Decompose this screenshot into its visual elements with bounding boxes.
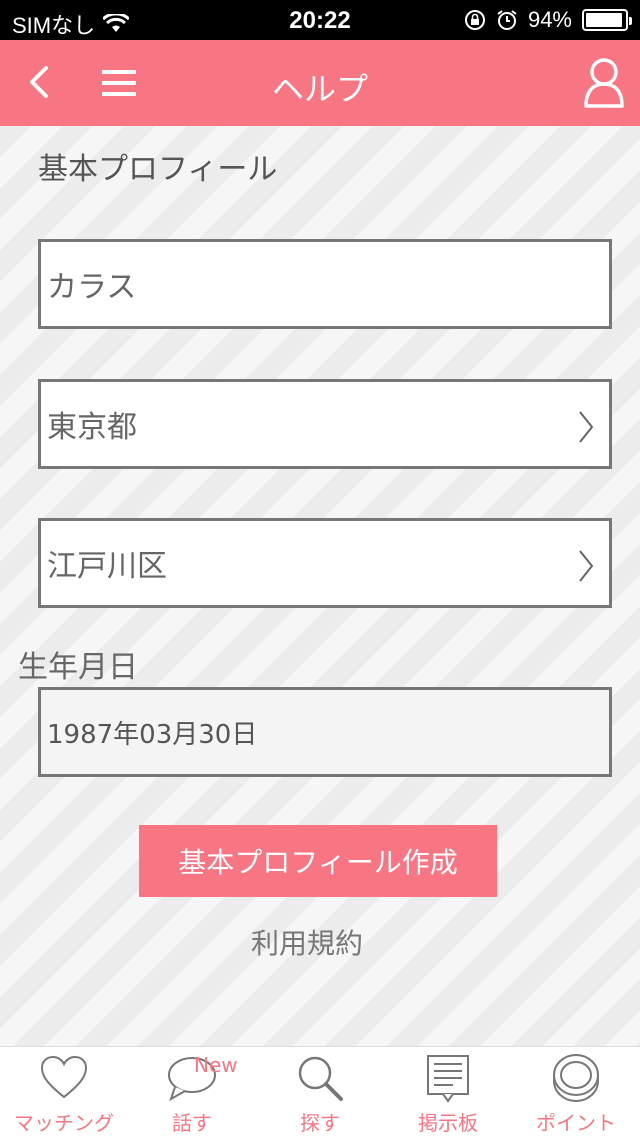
- create-profile-button[interactable]: 基本プロフィール作成: [139, 825, 497, 897]
- tab-talk[interactable]: New 話す: [128, 1047, 256, 1136]
- prefecture-value: 東京都: [47, 410, 137, 445]
- dob-value: 1987年03月30日: [47, 719, 258, 750]
- alarm-icon: [497, 10, 517, 30]
- tab-label: ポイント: [536, 1111, 616, 1135]
- nav-bar: ヘルプ: [0, 40, 640, 126]
- terms-link[interactable]: 利用規約: [0, 922, 614, 962]
- new-badge: New: [194, 1053, 238, 1077]
- tab-bar: マッチング New 話す 探す 掲示板 ポイント: [0, 1046, 640, 1136]
- tab-points[interactable]: ポイント: [512, 1047, 640, 1136]
- tab-label: マッチング: [14, 1111, 114, 1135]
- heart-icon: [40, 1055, 88, 1099]
- tab-label: 掲示板: [418, 1111, 478, 1135]
- battery-percent: 94%: [527, 7, 572, 32]
- status-right: 94%: [464, 7, 632, 33]
- search-icon: [298, 1056, 343, 1101]
- profile-form: 基本プロフィール カラス 東京都 江戸川区 生年月日 1987年03月30日 基…: [0, 126, 640, 1046]
- prefecture-select[interactable]: 東京都: [38, 379, 612, 469]
- chevron-right-icon: [579, 411, 594, 443]
- orientation-lock-icon: [464, 10, 485, 30]
- bulletin-board-icon: [427, 1055, 469, 1103]
- tab-matching[interactable]: マッチング: [0, 1047, 128, 1136]
- user-icon[interactable]: [582, 56, 626, 110]
- dob-field[interactable]: 1987年03月30日: [38, 687, 612, 777]
- tab-label: 話す: [172, 1111, 212, 1135]
- tab-bulletin[interactable]: 掲示板: [384, 1047, 512, 1136]
- page-title: ヘルプ: [271, 70, 368, 108]
- status-bar: SIMなし 20:22 94%: [0, 0, 640, 40]
- dob-label: 生年月日: [18, 650, 138, 685]
- nickname-value: カラス: [47, 270, 137, 305]
- chevron-right-icon: [579, 550, 594, 582]
- city-select[interactable]: 江戸川区: [38, 518, 612, 608]
- nickname-field[interactable]: カラス: [38, 239, 612, 329]
- battery-fill: [586, 13, 622, 27]
- tab-search[interactable]: 探す: [256, 1047, 384, 1136]
- city-value: 江戸川区: [47, 549, 167, 584]
- section-title: 基本プロフィール: [38, 152, 278, 187]
- tab-label: 探す: [300, 1111, 340, 1135]
- coin-icon: [553, 1054, 599, 1102]
- battery-icon: [582, 9, 632, 31]
